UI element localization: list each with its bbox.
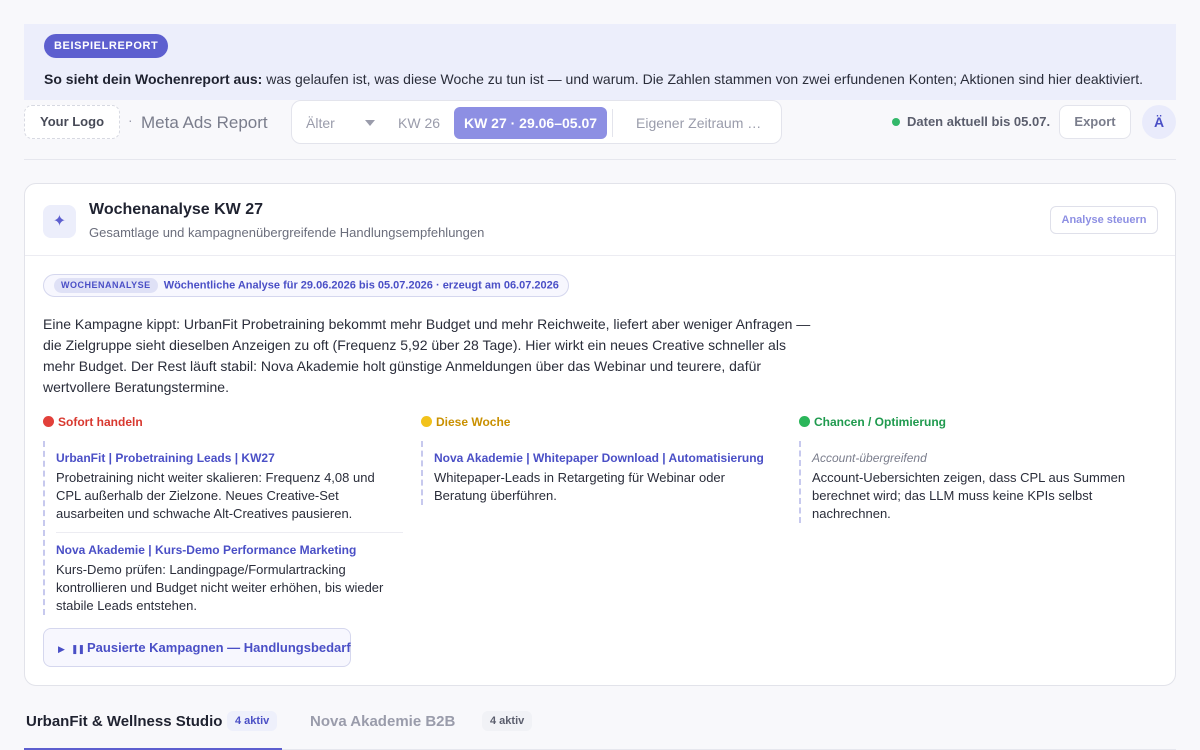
pause-icon: ❚❚ (70, 644, 85, 654)
logo-placeholder: Your Logo (24, 105, 120, 139)
weekly-analysis-card: ✦ Wochenanalyse KW 27 Gesamtlage und kam… (24, 183, 1176, 686)
language-toggle-button[interactable]: Ä (1142, 105, 1176, 139)
week-items: Nova Akademie | Whitepaper Download | Au… (421, 441, 781, 505)
banner-lead: So sieht dein Wochenreport aus: (44, 71, 263, 87)
column-urgent-header: Sofort handeln (43, 414, 403, 430)
period-kw27-active[interactable]: KW 27 · 29.06–05.07 (454, 107, 607, 139)
tab-label: UrbanFit & Wellness Studio (26, 713, 223, 730)
column-chances-header: Chancen / Optimierung (799, 414, 1159, 430)
status-dot-icon (892, 118, 900, 126)
recommendation-text: Kurs-Demo prüfen: Landingpage/Formulartr… (56, 562, 384, 613)
steer-analysis-button[interactable]: Analyse steuern (1050, 206, 1158, 234)
active-count-badge: 4 aktiv (227, 711, 278, 731)
account-tabs: UrbanFit & Wellness Studio 4 aktiv Nova … (24, 705, 1176, 750)
red-circle-icon (43, 416, 54, 427)
title-separator: · (128, 112, 133, 128)
column-chances-label: Chancen / Optimierung (814, 415, 947, 429)
recommendation-text: Account-Uebersichten zeigen, dass CPL au… (812, 470, 1126, 521)
sample-report-badge: BEISPIELREPORT (44, 34, 169, 58)
card-title: Wochenanalyse KW 27 (89, 201, 263, 218)
analysis-summary: Eine Kampagne kippt: UrbanFit Probetrain… (43, 316, 811, 395)
banner-text: So sieht dein Wochenreport aus: was gela… (44, 71, 1143, 87)
tab-urbanfit[interactable]: UrbanFit & Wellness Studio 4 aktiv (24, 711, 282, 750)
scope-label: Account-übergreifend (812, 451, 927, 465)
column-week-label: Diese Woche (436, 415, 511, 429)
data-status: Daten aktuell bis 05.07. (907, 114, 1051, 129)
chances-items: Account-übergreifend Account-Uebersichte… (799, 441, 1159, 523)
banner-description: was gelaufen ist, was diese Woche zu tun… (262, 71, 1143, 87)
sample-report-banner: BEISPIELREPORT So sieht dein Wochenrepor… (24, 24, 1176, 100)
paused-campaigns-label: Pausierte Kampagnen — Handlungsbedarf (87, 640, 351, 655)
paused-campaigns-toggle[interactable]: ▶ ❚❚ Pausierte Kampagnen — Handlungsbedarf (43, 628, 351, 667)
tab-nova-akademie[interactable]: Nova Akademie B2B 4 aktiv (308, 711, 533, 750)
column-week-header: Diese Woche (421, 414, 781, 430)
campaign-link[interactable]: UrbanFit | Probetraining Leads | KW27 (56, 450, 403, 466)
sparkle-icon: ✦ (43, 205, 76, 238)
analysis-meta: WOCHENANALYSE Wöchentliche Analyse für 29… (43, 274, 569, 297)
recommendation-item: Account-übergreifend Account-Uebersichte… (812, 441, 1159, 523)
tab-label: Nova Akademie B2B (310, 713, 456, 730)
play-icon: ▶ (58, 644, 65, 654)
campaign-link[interactable]: Nova Akademie | Whitepaper Download | Au… (434, 450, 781, 466)
analysis-meta-text: Wöchentliche Analyse für 29.06.2026 bis … (163, 279, 559, 292)
chevron-down-icon[interactable] (365, 120, 375, 126)
report-title: Meta Ads Report (141, 113, 268, 132)
card-header: ✦ Wochenanalyse KW 27 Gesamtlage und kam… (25, 184, 1175, 256)
analysis-tag: WOCHENANALYSE (54, 278, 158, 294)
period-kw26[interactable]: KW 26 (398, 115, 440, 131)
recommendation-item: Nova Akademie | Whitepaper Download | Au… (434, 441, 781, 505)
period-divider (612, 109, 613, 137)
yellow-circle-icon (421, 416, 432, 427)
recommendation-item: UrbanFit | Probetraining Leads | KW27 Pr… (56, 441, 403, 523)
period-custom-range[interactable]: Eigener Zeitraum … (636, 115, 761, 131)
green-circle-icon (799, 416, 810, 427)
recommendation-text: Whitepaper-Leads in Retargeting für Webi… (434, 470, 725, 503)
period-selector: Älter KW 26 KW 27 · 29.06–05.07 Eigener … (291, 100, 782, 144)
column-this-week: Diese Woche Nova Akademie | Whitepaper D… (421, 414, 781, 505)
recommendation-text: Probetraining nicht weiter skalieren: Fr… (56, 470, 375, 521)
card-subtitle: Gesamtlage und kampagnenübergreifende Ha… (89, 225, 485, 240)
column-urgent: Sofort handeln UrbanFit | Probetraining … (43, 414, 403, 615)
column-urgent-label: Sofort handeln (58, 415, 143, 429)
active-count-badge: 4 aktiv (482, 711, 533, 731)
column-chances: Chancen / Optimierung Account-übergreife… (799, 414, 1159, 523)
recommendation-item: Nova Akademie | Kurs-Demo Performance Ma… (56, 532, 403, 615)
urgent-items: UrbanFit | Probetraining Leads | KW27 Pr… (43, 441, 403, 615)
export-button[interactable]: Export (1059, 105, 1131, 139)
campaign-link[interactable]: Nova Akademie | Kurs-Demo Performance Ma… (56, 542, 403, 558)
report-header: Your Logo · Meta Ads Report Älter KW 26 … (24, 100, 1176, 160)
period-older-dropdown[interactable]: Älter (306, 115, 335, 131)
